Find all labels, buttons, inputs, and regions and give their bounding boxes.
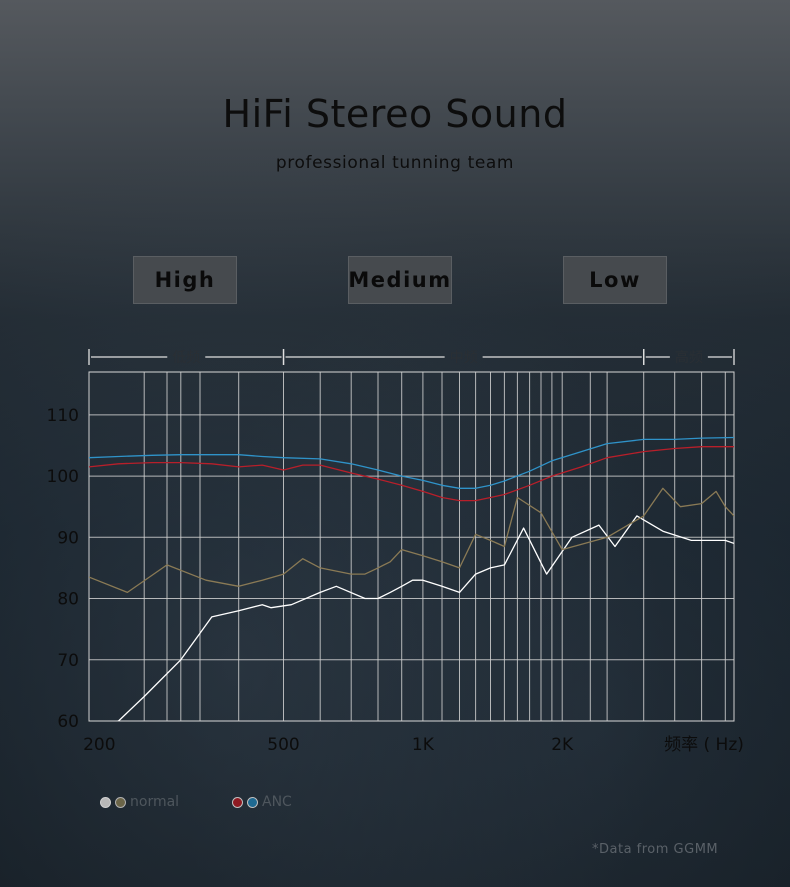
legend-anc-label: ANC: [262, 794, 292, 810]
legend-anc: ANC: [232, 794, 292, 810]
plot-frame: [88, 371, 735, 722]
series-line-normal: [89, 487, 734, 594]
legend-normal: normal: [100, 794, 179, 810]
x-axis-label: 频率 ( Hz): [664, 735, 744, 755]
y-tick-label: 100: [47, 467, 79, 487]
y-tick-label: 70: [57, 651, 79, 671]
legend-normal-gold-icon: [115, 796, 126, 808]
frequency-regions: 低频 中频 高频: [88, 349, 735, 366]
region-label: 低频: [172, 350, 200, 366]
y-tick-label: 110: [47, 406, 79, 426]
x-tick-label: 1K: [412, 735, 435, 755]
series-line-normal: [116, 515, 734, 721]
vertical-gridlines: [88, 372, 735, 721]
legend-normal-white-icon: [100, 796, 111, 808]
x-tick-label: 200: [83, 735, 115, 755]
legend-anc-blue-icon: [247, 796, 258, 808]
legend-anc-red-icon: [232, 796, 243, 808]
horizontal-gridlines: [89, 414, 734, 661]
region-label: 高频: [675, 349, 703, 366]
x-tick-label: 2K: [551, 735, 574, 755]
y-tick-labels: 60 70 80 90 100 110: [47, 406, 79, 732]
frequency-response-chart: 低频 中频 高频 60 70 80 90 100 110 200 500 1K 2K 频率 ( Hz…: [47, 349, 744, 755]
region-label: 中频: [450, 350, 478, 366]
legend-normal-label: normal: [130, 794, 180, 810]
x-tick-label: 500: [267, 735, 299, 755]
data-source-footnote: *Data from GGMM: [592, 842, 719, 857]
y-tick-label: 90: [57, 528, 79, 548]
x-tick-labels: 200 500 1K 2K: [83, 735, 574, 755]
y-tick-label: 80: [57, 590, 79, 610]
series-lines: [89, 436, 734, 721]
y-tick-label: 60: [57, 712, 79, 732]
